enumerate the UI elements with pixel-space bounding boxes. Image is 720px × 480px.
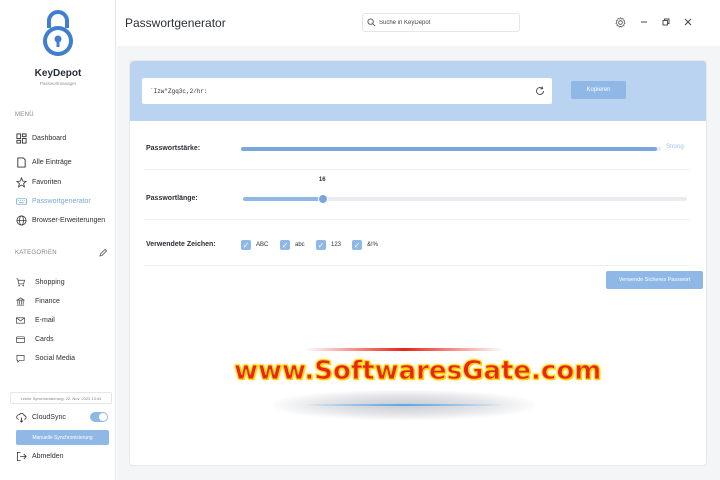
charset-uppercase-checkbox[interactable]: ✓ ABC xyxy=(241,240,268,250)
length-slider[interactable] xyxy=(243,194,687,204)
charset-lowercase-checkbox[interactable]: ✓ abc xyxy=(280,240,305,250)
category-item-label: Cards xyxy=(35,335,54,343)
page-title: Passwortgenerator xyxy=(125,16,226,30)
restore-button[interactable] xyxy=(660,16,672,28)
mail-icon xyxy=(16,316,25,324)
cloudsync-label: CloudSync xyxy=(32,413,66,421)
category-item-finance[interactable]: Finance xyxy=(16,293,112,309)
sidebar: KeyDepot Passwortmanager MENÜ Dashboard … xyxy=(0,0,116,480)
copy-button[interactable]: Kopieren xyxy=(571,81,626,99)
category-item-label: Shopping xyxy=(35,278,65,286)
length-slider-thumb[interactable] xyxy=(317,194,328,204)
search-icon xyxy=(367,18,376,27)
charset-label: &!% xyxy=(367,242,379,248)
strength-label: Passwortstärke: xyxy=(146,145,201,152)
password-output-band: `Izw"Zgq3c,2/hr: Kopieren xyxy=(130,61,706,121)
sidebar-item-label: Passwortgenerator xyxy=(32,197,91,205)
padlock-logo-icon xyxy=(43,10,73,56)
document-icon xyxy=(17,156,26,168)
watermark-line xyxy=(304,348,504,351)
sidebar-item-label: Browser-Erweiterungen xyxy=(32,216,106,224)
generated-password-field[interactable]: `Izw"Zgq3c,2/hr: xyxy=(142,78,552,104)
category-item-label: E-mail xyxy=(35,316,55,324)
dashboard-icon xyxy=(16,132,27,144)
divider xyxy=(144,169,689,170)
cart-icon xyxy=(16,278,25,286)
menu-section-label: MENÜ xyxy=(15,112,34,118)
close-icon xyxy=(684,18,692,26)
length-value: 16 xyxy=(318,177,326,183)
chat-icon xyxy=(16,354,25,363)
sidebar-item-label: Alle Einträge xyxy=(32,158,72,166)
minimize-button[interactable] xyxy=(638,16,650,28)
length-label: Passwortlänge: xyxy=(146,195,198,202)
sidebar-item-label: Dashboard xyxy=(32,134,67,142)
sidebar-item-browser-extensions[interactable]: Browser-Erweiterungen xyxy=(16,212,112,228)
category-item-shopping[interactable]: Shopping xyxy=(16,274,112,290)
logout-button[interactable]: Abmelden xyxy=(16,449,108,463)
chars-label: Verwendete Zeichen: xyxy=(146,241,216,248)
cloudsync-toggle[interactable] xyxy=(90,412,108,422)
charset-digits-checkbox[interactable]: ✓ 123 xyxy=(316,240,341,250)
bank-icon xyxy=(16,296,25,305)
restore-icon xyxy=(662,18,670,26)
charset-label: abc xyxy=(295,242,305,248)
watermark-text: www.SoftwaresGate.com xyxy=(234,356,602,387)
sidebar-item-favorites[interactable]: Favoriten xyxy=(16,174,112,190)
category-item-label: Social Media xyxy=(35,354,76,362)
globe-icon xyxy=(16,215,27,225)
logout-icon xyxy=(16,451,27,461)
charset-label: 123 xyxy=(331,242,342,248)
search-box[interactable] xyxy=(362,13,520,32)
main-content: `Izw"Zgq3c,2/hr: Kopieren Passwortstärke… xyxy=(117,46,720,480)
manual-sync-button[interactable]: Manuelle Synchronisierung xyxy=(16,430,109,445)
close-button[interactable] xyxy=(682,16,694,28)
cloudsync-row: CloudSync xyxy=(16,410,108,424)
settings-gear-button[interactable] xyxy=(614,16,626,28)
sidebar-item-all-entries[interactable]: Alle Einträge xyxy=(16,154,112,170)
strength-meter xyxy=(241,147,661,151)
cloudsync-icon xyxy=(16,412,27,423)
search-input[interactable] xyxy=(379,19,509,26)
categories-section-label: KATEGORIEN xyxy=(15,250,57,256)
checkmark-icon: ✓ xyxy=(352,240,362,250)
length-slider-fill xyxy=(243,197,323,201)
logo: KeyDepot Passwortmanager xyxy=(0,8,116,94)
last-sync-text: Letzte Synchronisierung: 22. Nov. 2023 1… xyxy=(10,392,112,404)
category-item-label: Finance xyxy=(35,297,60,305)
watermark-line xyxy=(304,404,504,406)
divider xyxy=(144,219,689,220)
refresh-icon[interactable] xyxy=(534,85,546,97)
category-item-social-media[interactable]: Social Media xyxy=(16,350,112,366)
charset-symbols-checkbox[interactable]: ✓ &!% xyxy=(352,240,378,250)
use-secure-password-button[interactable]: Verwende Sicheres Passwort xyxy=(606,271,703,289)
keyboard-icon xyxy=(16,197,27,205)
brand-subtitle: Passwortmanager xyxy=(39,81,77,86)
sidebar-item-password-generator[interactable]: Passwortgenerator xyxy=(16,193,112,209)
divider xyxy=(144,265,689,266)
sidebar-item-dashboard[interactable]: Dashboard xyxy=(16,130,112,146)
strength-text: Strong xyxy=(666,144,684,150)
checkmark-icon: ✓ xyxy=(316,240,326,250)
strength-meter-fill xyxy=(241,147,657,151)
category-item-email[interactable]: E-mail xyxy=(16,312,112,328)
card-icon xyxy=(16,335,25,343)
generated-password-text: `Izw"Zgq3c,2/hr: xyxy=(150,87,208,95)
sidebar-item-label: Favoriten xyxy=(32,178,62,186)
star-icon xyxy=(16,176,27,188)
gear-icon xyxy=(614,16,626,28)
watermark: www.SoftwaresGate.com xyxy=(234,346,602,426)
edit-pencil-icon[interactable] xyxy=(98,248,108,258)
category-item-cards[interactable]: Cards xyxy=(16,331,112,347)
header: Passwortgenerator xyxy=(117,0,720,46)
checkmark-icon: ✓ xyxy=(241,240,251,250)
brand-name: KeyDepot xyxy=(34,68,82,79)
checkmark-icon: ✓ xyxy=(280,240,290,250)
charset-label: ABC xyxy=(256,242,269,248)
minimize-icon xyxy=(641,21,647,23)
logout-label: Abmelden xyxy=(32,452,64,460)
